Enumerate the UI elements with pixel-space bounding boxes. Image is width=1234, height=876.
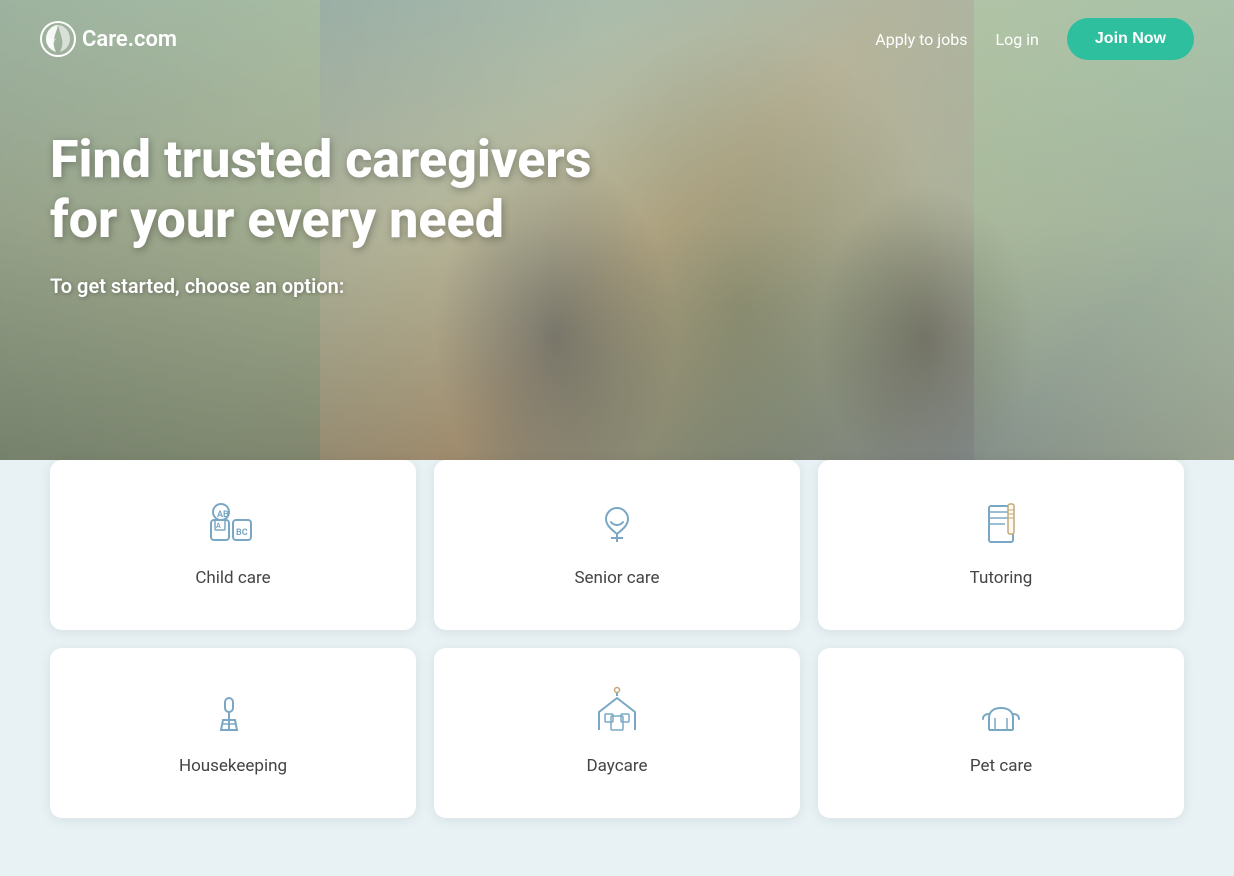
logo[interactable]: Care.com	[40, 21, 177, 57]
nav-right: Apply to jobs Log in Join Now	[875, 18, 1194, 60]
site-header: Care.com Apply to jobs Log in Join Now	[0, 0, 1234, 78]
card-tutoring[interactable]: Tutoring	[818, 460, 1184, 630]
tutoring-icon	[973, 496, 1029, 552]
cards-row-1: A BC AB Child care Senior care	[50, 460, 1184, 630]
card-senior-care[interactable]: Senior care	[434, 460, 800, 630]
housekeeping-icon	[205, 684, 261, 740]
card-child-care[interactable]: A BC AB Child care	[50, 460, 416, 630]
hero-subtitle: To get started, choose an option:	[50, 274, 610, 298]
child-care-label: Child care	[195, 568, 270, 588]
svg-text:A: A	[216, 522, 221, 530]
card-daycare[interactable]: Daycare	[434, 648, 800, 818]
cards-row-2: Housekeeping Daycare	[50, 648, 1184, 818]
join-now-button[interactable]: Join Now	[1067, 18, 1194, 60]
pet-care-label: Pet care	[970, 756, 1032, 776]
card-pet-care[interactable]: Pet care	[818, 648, 1184, 818]
senior-care-label: Senior care	[574, 568, 659, 588]
login-link[interactable]: Log in	[995, 30, 1038, 49]
logo-text: Care.com	[82, 27, 177, 52]
child-care-icon: A BC AB	[205, 496, 261, 552]
daycare-icon	[589, 684, 645, 740]
svg-text:BC: BC	[236, 528, 248, 538]
apply-to-jobs-link[interactable]: Apply to jobs	[875, 30, 967, 49]
pet-care-icon	[973, 684, 1029, 740]
senior-care-icon	[589, 496, 645, 552]
tutoring-label: Tutoring	[970, 568, 1033, 588]
card-housekeeping[interactable]: Housekeeping	[50, 648, 416, 818]
svg-text:AB: AB	[217, 510, 229, 520]
housekeeping-label: Housekeeping	[179, 756, 287, 776]
cards-section: A BC AB Child care Senior care	[0, 460, 1234, 876]
hero-title: Find trusted caregivers for your every n…	[50, 130, 610, 250]
logo-icon	[40, 21, 76, 57]
daycare-label: Daycare	[587, 756, 648, 776]
hero-content: Find trusted caregivers for your every n…	[50, 130, 610, 298]
